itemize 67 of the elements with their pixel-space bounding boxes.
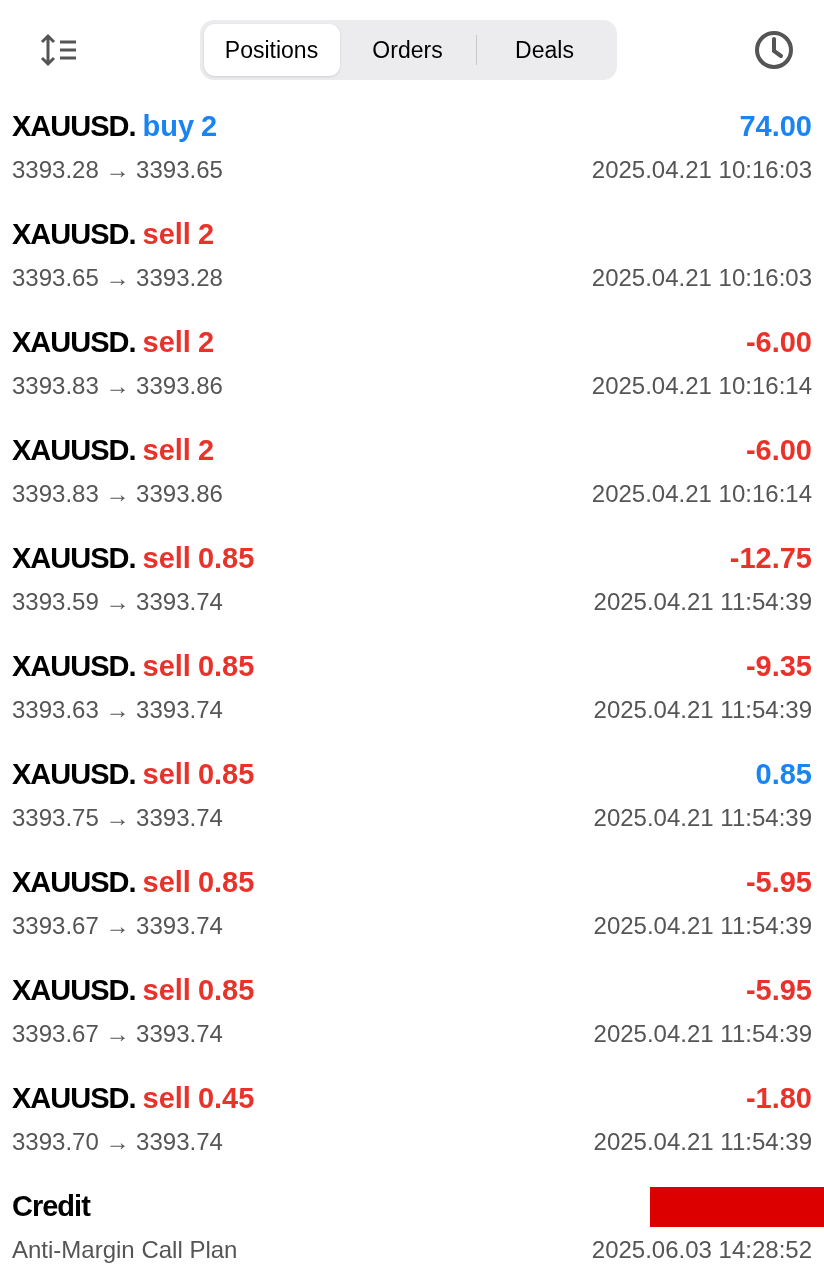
segment-tab[interactable]: Deals xyxy=(476,24,613,76)
deal-time: 2025.04.21 11:54:39 xyxy=(593,803,812,833)
profit-value: 0.85 xyxy=(755,757,812,793)
profit-value: -5.95 xyxy=(745,973,812,1009)
trade-side: sell xyxy=(142,325,191,361)
price-range: 3393.65 → 3393.28 xyxy=(12,263,223,293)
symbol-label: XAUUSD. xyxy=(12,541,136,577)
profit-value: 74.00 xyxy=(739,109,812,145)
symbol-label: XAUUSD. xyxy=(12,757,136,793)
deal-time: 2025.04.21 11:54:39 xyxy=(593,587,812,617)
trade-volume: 0.85 xyxy=(197,649,255,685)
deal-time: 2025.04.21 11:54:39 xyxy=(593,1127,812,1157)
trade-side: sell xyxy=(142,1081,191,1117)
credit-description: Anti-Margin Call Plan xyxy=(12,1235,238,1265)
symbol-label: XAUUSD. xyxy=(12,217,136,253)
price-range: 3393.28 → 3393.65 xyxy=(12,155,223,185)
trade-volume: 0.85 xyxy=(197,973,255,1009)
symbol-label: XAUUSD. xyxy=(12,649,136,685)
profit-value: -6.00 xyxy=(745,325,812,361)
trade-side: sell xyxy=(142,541,191,577)
trade-volume: 2 xyxy=(197,325,215,361)
profit-value: -9.35 xyxy=(745,649,812,685)
deal-time: 2025.04.21 10:16:14 xyxy=(591,479,812,509)
symbol-label: XAUUSD. xyxy=(12,973,136,1009)
deal-time: 2025.04.21 10:16:03 xyxy=(591,263,812,293)
trade-side: sell xyxy=(142,757,191,793)
deal-time: 2025.04.21 10:16:14 xyxy=(591,371,812,401)
symbol-label: XAUUSD. xyxy=(12,865,136,901)
sort-icon[interactable] xyxy=(40,33,78,67)
trade-volume: 2 xyxy=(197,433,215,469)
deal-time: 2025.04.21 10:16:03 xyxy=(591,155,812,185)
price-range: 3393.70 → 3393.74 xyxy=(12,1127,223,1157)
deal-time: 2025.04.21 11:54:39 xyxy=(593,695,812,725)
symbol-label: XAUUSD. xyxy=(12,109,136,145)
credit-title: Credit xyxy=(12,1189,90,1225)
price-range: 3393.83 → 3393.86 xyxy=(12,479,223,509)
price-range: 3393.83 → 3393.86 xyxy=(12,371,223,401)
trade-side: buy xyxy=(142,109,195,145)
price-range: 3393.75 → 3393.74 xyxy=(12,803,223,833)
segment-tab[interactable]: Positions xyxy=(203,24,340,76)
trade-side: sell xyxy=(142,973,191,1009)
segment-tab[interactable]: Orders xyxy=(339,24,476,76)
trade-volume: 0.45 xyxy=(197,1081,255,1117)
trade-volume: 0.85 xyxy=(197,865,255,901)
trade-side: sell xyxy=(142,433,191,469)
profit-value: -5.95 xyxy=(745,865,812,901)
price-range: 3393.67 → 3393.74 xyxy=(12,1019,223,1049)
trade-side: sell xyxy=(142,865,191,901)
profit-value: -1.80 xyxy=(745,1081,812,1117)
trade-volume: 2 xyxy=(197,217,215,253)
trade-side: sell xyxy=(142,217,191,253)
price-range: 3393.67 → 3393.74 xyxy=(12,911,223,941)
deal-time: 2025.04.21 11:54:39 xyxy=(593,911,812,941)
symbol-label: XAUUSD. xyxy=(12,433,136,469)
trade-volume: 2 xyxy=(201,109,218,145)
symbol-label: XAUUSD. xyxy=(12,325,136,361)
history-icon[interactable] xyxy=(754,30,794,70)
price-range: 3393.63 → 3393.74 xyxy=(12,695,223,725)
deal-time: 2025.04.21 11:54:39 xyxy=(593,1019,812,1049)
deal-time: 2025.06.03 14:28:52 xyxy=(591,1235,812,1265)
profit-value: -12.75 xyxy=(729,541,812,577)
trade-side: sell xyxy=(142,649,191,685)
trade-volume: 0.85 xyxy=(197,757,255,793)
trade-volume: 0.85 xyxy=(197,541,255,577)
price-range: 3393.59 → 3393.74 xyxy=(12,587,223,617)
profit-value: -6.00 xyxy=(745,433,812,469)
symbol-label: XAUUSD. xyxy=(12,1081,136,1117)
